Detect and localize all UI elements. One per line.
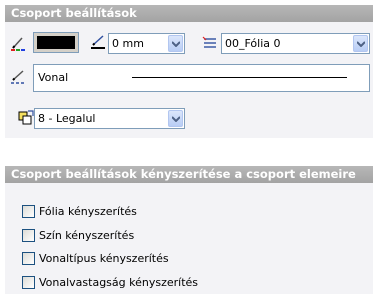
linetype-pencil-icon: [11, 70, 24, 84]
color-picker-button[interactable]: [33, 32, 79, 53]
color-swatch: [37, 36, 75, 49]
color-pencil-icon: [11, 37, 25, 51]
force-layer-label: Fólia kényszerítés: [39, 205, 137, 218]
layer-value: 00_Fólia 0: [225, 37, 281, 50]
group-settings-panel: Csoport beállítások 0 mm 00_Fólia 0 Vona…: [0, 0, 378, 299]
force-linetype-checkbox[interactable]: [22, 252, 35, 265]
draw-order-dropdown-arrow[interactable]: [168, 110, 183, 127]
draw-order-select[interactable]: 8 - Legalul: [34, 108, 185, 129]
force-settings-header: Csoport beállítások kényszerítése a csop…: [5, 166, 373, 183]
force-color-label: Szín kényszerítés: [39, 229, 135, 242]
layer-dropdown-arrow[interactable]: [353, 35, 368, 52]
force-linetype-label: Vonaltípus kényszerítés: [39, 252, 169, 265]
force-layer-checkbox[interactable]: [22, 205, 35, 218]
chevron-down-icon: [172, 41, 180, 47]
chevron-down-icon: [357, 41, 365, 47]
chevron-down-icon: [172, 116, 180, 122]
force-color-checkbox[interactable]: [22, 229, 35, 242]
force-lineweight-checkbox[interactable]: [22, 276, 35, 289]
lineweight-value: 0 mm: [112, 37, 144, 50]
linetype-preview: [132, 77, 347, 78]
force-lineweight-label: Vonalvastagság kényszerítés: [39, 276, 199, 289]
layers-icon: [202, 36, 216, 48]
lineweight-select[interactable]: 0 mm: [108, 33, 185, 54]
draw-order-icon: [18, 110, 34, 125]
lineweight-pencil-icon: [91, 35, 105, 49]
linetype-label: Vonal: [38, 71, 69, 84]
linetype-selector[interactable]: Vonal: [33, 64, 370, 92]
layer-select[interactable]: 00_Fólia 0: [221, 33, 370, 54]
group-settings-header: Csoport beállítások: [5, 5, 373, 22]
lineweight-dropdown-arrow[interactable]: [168, 35, 183, 52]
draw-order-value: 8 - Legalul: [38, 112, 96, 125]
